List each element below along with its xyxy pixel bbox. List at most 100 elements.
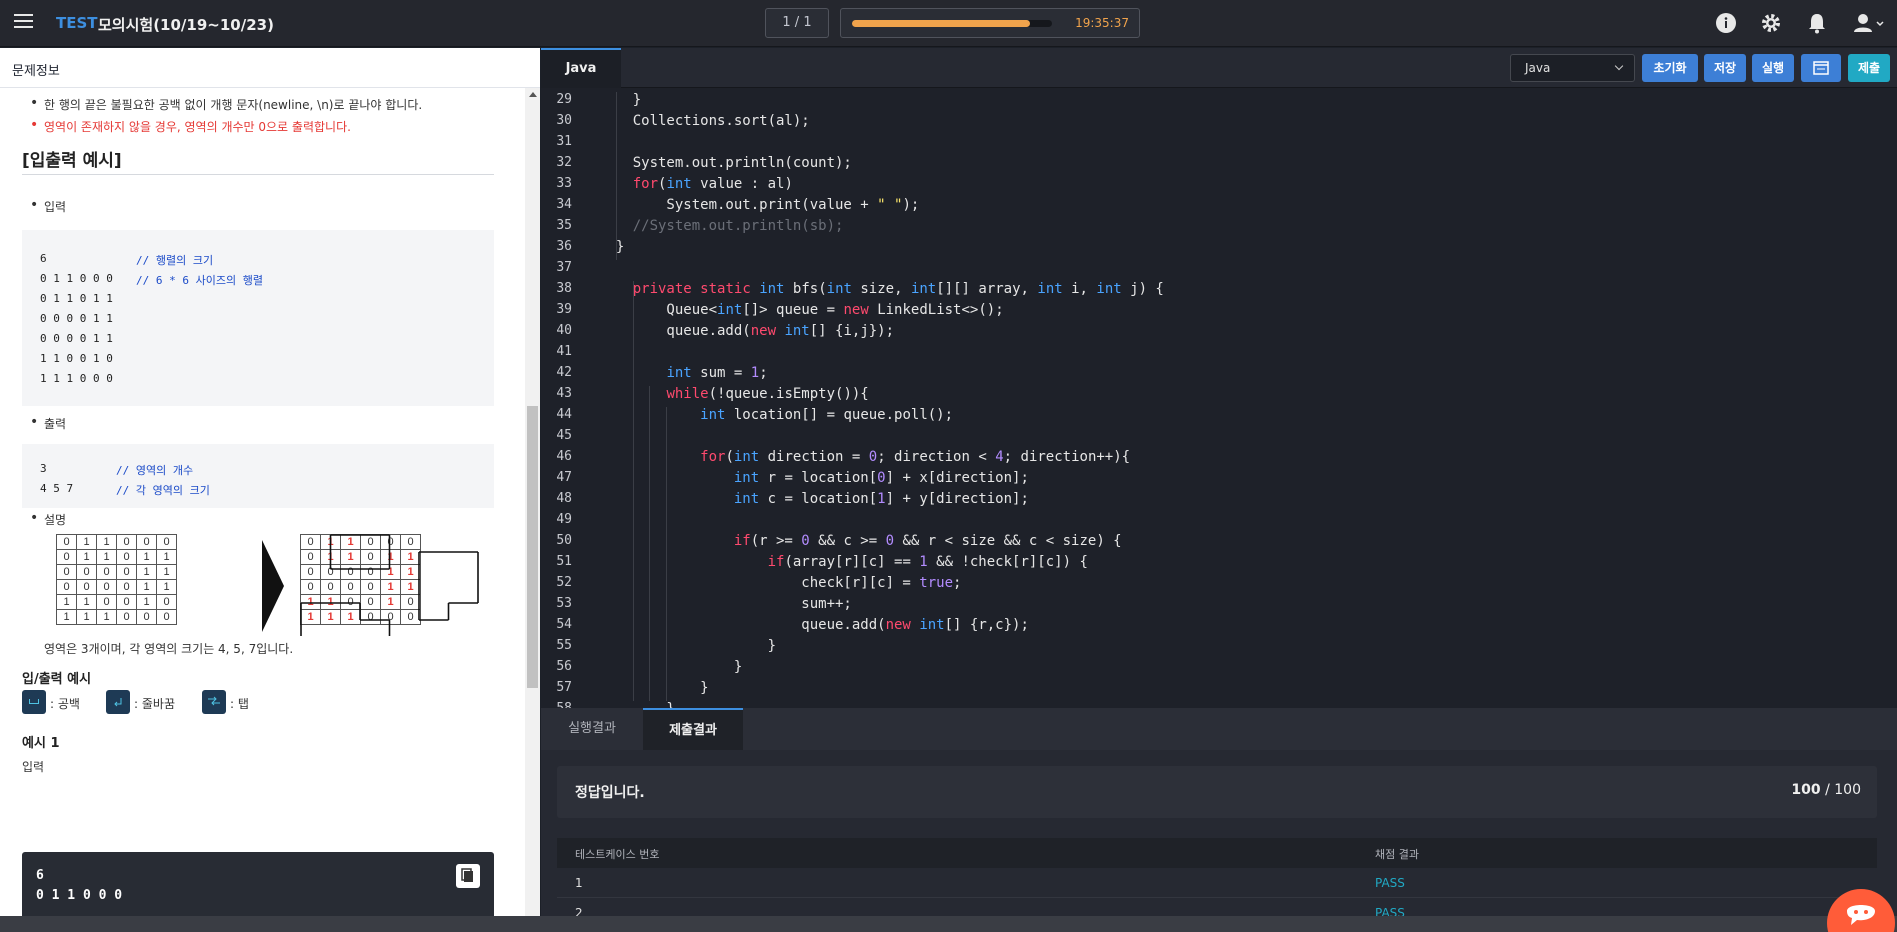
tab-submit-result[interactable]: 제출결과: [643, 708, 743, 750]
matrix-row: 011000: [56, 534, 177, 550]
code-line[interactable]: //System.out.println(sb);: [599, 218, 844, 234]
notification-bell-icon[interactable]: [1806, 12, 1828, 34]
progress-fill: [852, 20, 1030, 27]
submit-button[interactable]: 제출: [1848, 54, 1890, 82]
matrix-row: 110010: [56, 594, 177, 610]
code-line[interactable]: Queue<int[]> queue = new LinkedList<>();: [599, 302, 1003, 318]
line-number: 36: [556, 239, 572, 254]
problem-content[interactable]: 한 행의 끝은 불필요한 공백 없이 개행 문자(newline, \n)로 끝…: [0, 88, 524, 932]
code-line[interactable]: int c = location[1] + y[direction];: [599, 491, 1029, 507]
matrix-cell: 0: [340, 594, 361, 610]
example-title: 예시 1: [22, 736, 60, 751]
code-line[interactable]: if(r >= 0 && c >= 0 && r < size && c < s…: [599, 533, 1122, 549]
scroll-thumb[interactable]: [527, 406, 538, 688]
io-heading: [입출력 예시]: [22, 151, 122, 171]
language-select[interactable]: Java: [1510, 54, 1635, 82]
matrix-cell: 1: [76, 534, 97, 550]
matrix-cell: 1: [76, 594, 97, 610]
code-line[interactable]: queue.add(new int[] {r,c});: [599, 617, 1029, 633]
chat-bubble-icon[interactable]: [1825, 887, 1897, 932]
matrix-row: 011011: [300, 549, 421, 565]
toggle-result-button[interactable]: [1801, 54, 1841, 82]
legend-tab: : 탭: [230, 697, 249, 711]
matrix-cell: 0: [76, 564, 97, 580]
run-button[interactable]: 실행: [1752, 54, 1794, 82]
settings-gear-icon[interactable]: [1760, 12, 1782, 34]
info-icon[interactable]: [1715, 12, 1737, 34]
problem-scrollbar[interactable]: [525, 88, 540, 932]
matrix-cell: 0: [360, 609, 381, 625]
page-indicator[interactable]: 1 / 1: [765, 8, 829, 38]
menu-icon[interactable]: [14, 14, 33, 30]
code-line[interactable]: int r = location[0] + x[direction];: [599, 470, 1029, 486]
tab-java[interactable]: Java: [541, 48, 621, 88]
code-line[interactable]: check[r][c] = true;: [599, 575, 961, 591]
code-line[interactable]: }: [599, 701, 674, 708]
code-line[interactable]: private static int bfs(int size, int[][]…: [599, 281, 1164, 297]
matrix-cell: 0: [116, 609, 137, 625]
line-number: 48: [556, 491, 572, 506]
code-line[interactable]: int sum = 1;: [599, 365, 767, 381]
code-line[interactable]: }: [599, 239, 624, 255]
language-value: Java: [1525, 61, 1551, 75]
line-number: 53: [556, 596, 572, 611]
code-editor[interactable]: 29 30 31 32 33 34 35 36 37 38 39 40 41 42 43 44 45 46 47 48…: [541, 88, 1897, 708]
line-number: 58: [556, 701, 572, 708]
code-line[interactable]: int location[] = queue.poll();: [599, 407, 953, 423]
matrix-row: 000011: [56, 579, 177, 595]
tab-run-result[interactable]: 실행결과: [541, 708, 643, 750]
line-number: 33: [556, 176, 572, 191]
matrix-cell: 0: [96, 579, 117, 595]
code-line[interactable]: for(int direction = 0; direction < 4; di…: [599, 449, 1130, 465]
matrix-cell: 0: [380, 534, 401, 550]
code-line[interactable]: sum++;: [599, 596, 852, 612]
testcase-result: PASS: [1375, 876, 1405, 890]
save-button[interactable]: 저장: [1704, 54, 1746, 82]
code-line[interactable]: }: [599, 659, 742, 675]
window-icon: [1813, 61, 1829, 75]
matrix-cell: 1: [340, 534, 361, 550]
line-number: 38: [556, 281, 572, 296]
code-line[interactable]: if(array[r][c] == 1 && !check[r][c]) {: [599, 554, 1088, 570]
code-line[interactable]: while(!queue.isEmpty()){: [599, 386, 868, 402]
legend-newline: : 줄바꿈: [134, 697, 175, 711]
matrix-cell: 0: [56, 534, 77, 550]
code-line[interactable]: Collections.sort(al);: [599, 113, 810, 129]
input-line: 0 0 0 0 1 1: [40, 332, 113, 345]
input-label: 입력: [30, 197, 66, 215]
code-line[interactable]: for(int value : al): [599, 176, 793, 192]
code-line[interactable]: queue.add(new int[] {i,j});: [599, 323, 894, 339]
code-line[interactable]: }: [599, 638, 776, 654]
input-line: 0 1 1 0 0 0: [40, 272, 113, 285]
line-number: 54: [556, 617, 572, 632]
matrix-cell: 0: [400, 609, 421, 625]
line-number: 37: [556, 260, 572, 275]
matrix-cell: 1: [156, 564, 177, 580]
code-line[interactable]: System.out.print(value + " ");: [599, 197, 919, 213]
input-comment: // 행렬의 크기: [136, 254, 214, 267]
copy-icon[interactable]: [456, 864, 480, 888]
matrix-cell: 0: [116, 564, 137, 580]
code-line[interactable]: System.out.println(count);: [599, 155, 852, 171]
cut-off-bullet: [44, 88, 504, 90]
reset-button[interactable]: 초기화: [1642, 54, 1698, 82]
line-number-gutter: 29 30 31 32 33 34 35 36 37 38 39 40 41 42 43 44 45 46 47 48…: [541, 88, 586, 708]
matrix-cell: 0: [360, 579, 381, 595]
matrix-cell: 1: [96, 534, 117, 550]
line-number: 49: [556, 512, 572, 527]
legend-space: : 공백: [50, 697, 80, 711]
code-line[interactable]: }: [599, 92, 641, 108]
line-number: 29: [556, 92, 572, 107]
matrix-cell: 1: [320, 549, 341, 565]
matrix-cell: 1: [400, 564, 421, 580]
code-line[interactable]: }: [599, 680, 708, 696]
line-number: 39: [556, 302, 572, 317]
matrix-cell: 0: [136, 609, 157, 625]
matrix-cell: 0: [116, 579, 137, 595]
scroll-up-arrow[interactable]: [529, 92, 537, 97]
user-avatar-icon[interactable]: [1852, 12, 1884, 34]
problem-panel-header: 문제정보: [0, 48, 540, 88]
testcase-number: 2: [575, 906, 583, 916]
result-status: 정답입니다.: [575, 785, 645, 801]
time-progress: 19:35:37: [840, 8, 1140, 38]
